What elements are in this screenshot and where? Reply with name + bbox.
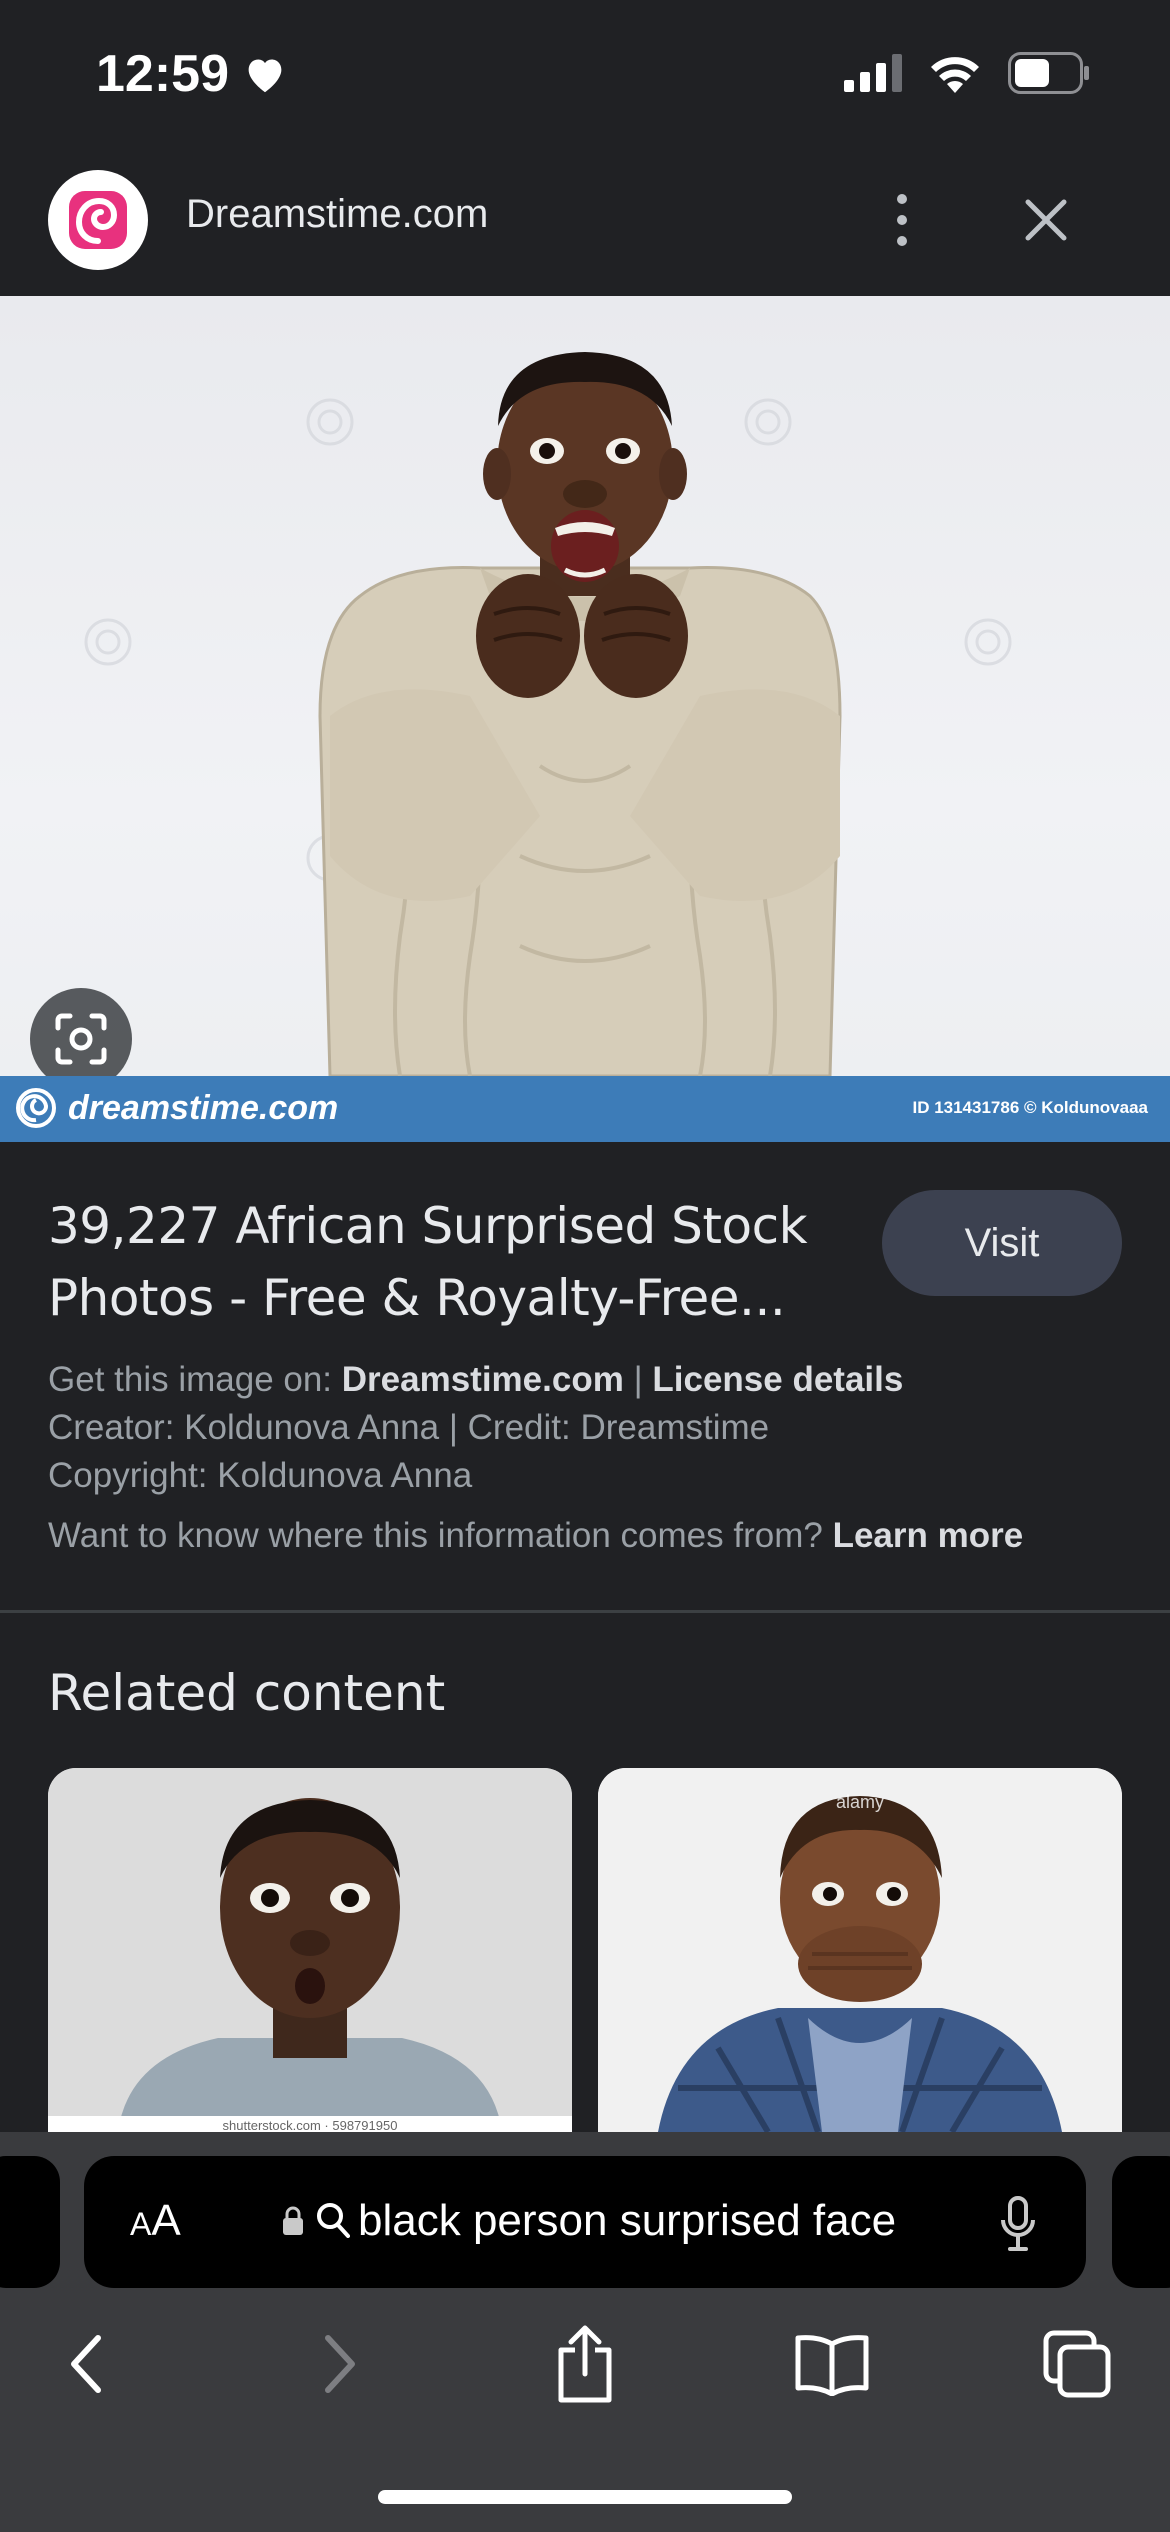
tabs-icon [1043,2330,1111,2398]
forward-button[interactable] [310,2326,370,2402]
reader-options-button[interactable]: AA [130,2196,181,2246]
home-indicator[interactable] [378,2490,792,2504]
aa-small: A [130,2206,152,2242]
microphone-icon[interactable] [1000,2196,1036,2252]
site-logo[interactable] [48,170,148,270]
previous-tab-peek[interactable] [0,2156,60,2288]
status-bar: 12:59 [0,0,1170,150]
info-source-row: Want to know where this information come… [48,1512,1023,1560]
dreamstime-swirl-icon [16,1088,56,1128]
site-name[interactable]: Dreamstime.com [186,192,488,237]
back-button[interactable] [56,2326,116,2402]
learn-more-link[interactable]: Learn more [833,1516,1024,1555]
chevron-right-icon [325,2335,355,2393]
book-icon [795,2335,869,2396]
address-query-text[interactable]: black person surprised face [358,2196,896,2246]
status-icons [844,52,1090,94]
section-divider [0,1610,1170,1613]
status-time: 12:59 [96,44,287,104]
lens-icon [55,1013,107,1065]
aa-large: A [151,2196,181,2245]
related-content-heading: Related content [48,1664,446,1722]
banner-brand: dreamstime.com [14,1086,338,1130]
surprised-man-photo [84,352,1012,1078]
dreamstime-logo-icon [69,191,127,249]
source-row: Get this image on: Dreamstime.com | Lice… [48,1356,1023,1404]
cellular-signal-icon [844,54,902,92]
close-icon[interactable] [1016,190,1076,250]
dreamstime-banner: dreamstime.com ID 131431786 © Koldunovaa… [0,1076,1170,1142]
viewer-header: Dreamstime.com [0,150,1170,296]
lock-icon [283,2206,303,2235]
banner-brand-text: dreamstime.com [68,1088,339,1127]
chevron-left-icon [71,2335,101,2393]
thumb-one-watermark: shutterstock.com · 598791950 [223,2118,398,2132]
more-options-icon[interactable] [880,188,924,252]
source-separator: | [623,1360,653,1399]
bookmarks-button[interactable] [790,2326,874,2402]
battery-icon [1008,52,1089,94]
search-icon [317,2203,350,2238]
share-button[interactable] [548,2325,622,2403]
main-image[interactable]: dreamstime.com ID 131431786 © Koldunovaa… [0,296,1170,1142]
tabs-button[interactable] [1040,2326,1114,2402]
visit-button[interactable]: Visit [882,1190,1122,1296]
image-metadata: Get this image on: Dreamstime.com | Lice… [48,1356,1023,1560]
image-info: 39,227 African Surprised Stock Photos - … [0,1142,1170,1610]
license-details-link[interactable]: License details [652,1360,903,1399]
share-icon [558,2325,612,2403]
wifi-icon [931,57,979,93]
clock-text: 12:59 [96,45,229,103]
banner-image-id: ID 131431786 © Koldunovaaa [912,1098,1148,1117]
address-bar[interactable]: AA black person surprised face [84,2156,1086,2288]
creator-row: Creator: Koldunova Anna | Credit: Dreams… [48,1408,770,1447]
source-prefix: Get this image on: [48,1360,342,1399]
info-question: Want to know where this information come… [48,1516,833,1555]
source-site-link[interactable]: Dreamstime.com [342,1360,624,1399]
result-title[interactable]: 39,227 African Surprised Stock Photos - … [48,1190,848,1334]
next-tab-peek[interactable] [1112,2156,1170,2288]
related-thumbnail[interactable]: shutterstock.com · 598791950 [48,1768,572,2132]
related-thumbnail[interactable]: alamy [598,1768,1122,2132]
copyright-row: Copyright: Koldunova Anna [48,1456,473,1495]
google-lens-button[interactable] [30,988,132,1090]
heart-icon [248,59,282,93]
browser-toolbar [0,2320,1170,2410]
related-image-man: shutterstock.com · 598791950 [48,1768,572,2132]
thumb-two-watermark: alamy [836,1792,884,1812]
related-image-boy: alamy [598,1768,1122,2132]
